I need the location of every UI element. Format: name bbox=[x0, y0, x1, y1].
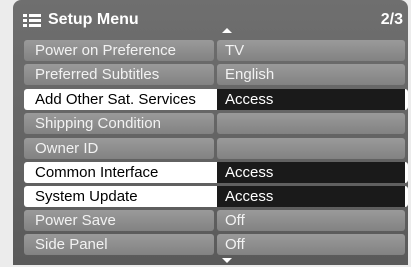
row-value[interactable]: Off bbox=[217, 234, 405, 255]
row-label: System Update bbox=[35, 188, 138, 205]
menu-row-system-update[interactable]: System Update Access bbox=[24, 186, 408, 207]
arrow-up-icon[interactable] bbox=[222, 28, 232, 33]
row-value[interactable]: Access bbox=[217, 162, 405, 183]
menu-row-add-other-sat-services[interactable]: Add Other Sat. Services Access bbox=[24, 89, 408, 110]
row-label: Side Panel bbox=[24, 234, 214, 255]
arrow-down-icon[interactable] bbox=[222, 258, 232, 263]
menu-row-side-panel[interactable]: Side Panel Off bbox=[24, 234, 408, 255]
menu-row-preferred-subtitles[interactable]: Preferred Subtitles English bbox=[24, 64, 408, 85]
row-value[interactable]: English bbox=[217, 64, 405, 85]
row-label: Add Other Sat. Services bbox=[35, 91, 196, 108]
setup-menu-panel: Setup Menu 2/3 Power on Preference TV Pr… bbox=[13, 0, 408, 265]
list-icon bbox=[23, 14, 41, 28]
menu-row-common-interface[interactable]: Common Interface Access bbox=[24, 162, 408, 183]
row-label: Owner ID bbox=[24, 138, 214, 159]
menu-row-power-save[interactable]: Power Save Off bbox=[24, 210, 408, 231]
row-label: Power Save bbox=[24, 210, 214, 231]
menu-row-owner-id[interactable]: Owner ID bbox=[24, 138, 408, 159]
menu-header: Setup Menu 2/3 bbox=[13, 0, 408, 34]
menu-title: Setup Menu bbox=[48, 11, 139, 28]
menu-row-power-on-preference[interactable]: Power on Preference TV bbox=[24, 40, 408, 61]
row-value[interactable]: Access bbox=[217, 186, 405, 207]
row-label: Power on Preference bbox=[24, 40, 214, 61]
page-indicator: 2/3 bbox=[380, 11, 403, 28]
row-value[interactable] bbox=[217, 113, 405, 134]
row-value[interactable]: Access bbox=[217, 89, 405, 110]
row-label: Shipping Condition bbox=[24, 113, 214, 134]
menu-row-shipping-condition[interactable]: Shipping Condition bbox=[24, 113, 408, 134]
row-value[interactable]: TV bbox=[217, 40, 405, 61]
row-label: Preferred Subtitles bbox=[24, 64, 214, 85]
row-value[interactable]: Off bbox=[217, 210, 405, 231]
row-label: Common Interface bbox=[35, 164, 159, 181]
row-value[interactable] bbox=[217, 138, 405, 159]
